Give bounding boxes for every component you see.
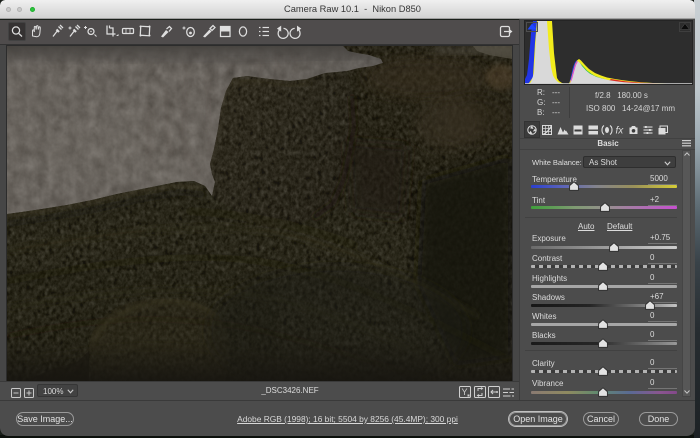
svg-text:fx: fx xyxy=(616,126,625,137)
svg-text:Y: Y xyxy=(462,387,468,397)
